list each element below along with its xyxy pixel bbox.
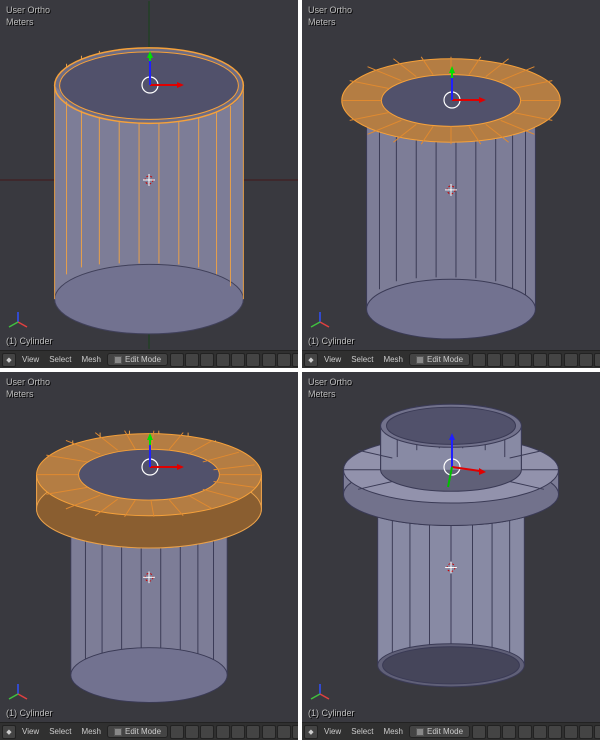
view-info: User OrthoMeters [308, 376, 352, 400]
display-mode-buttons[interactable] [472, 353, 516, 367]
mode-selector[interactable]: Edit Mode [107, 353, 168, 366]
viewport-header: ◆ View Select Mesh Edit Mode Global [0, 350, 298, 368]
3d-viewport[interactable]: User OrthoMeters (1) Cylinder [302, 372, 600, 722]
viewport-header: ◆ View Select Mesh Edit Mode Global [302, 350, 600, 368]
menu-view[interactable]: View [320, 727, 345, 736]
view-info: User OrthoMeters [308, 4, 352, 28]
blender-panel-4: User OrthoMeters (1) Cylinder ◆ View Sel… [302, 372, 600, 740]
menu-view[interactable]: View [320, 355, 345, 364]
select-mode-buttons[interactable] [518, 725, 562, 739]
axis-indicator [308, 310, 332, 334]
view-info: User OrthoMeters [6, 376, 50, 400]
viewport-header: ◆ View Select Mesh Edit Mode Global [0, 722, 298, 740]
blender-panel-1: User Ortho Meters (1) Cylinder ◆ View Se… [0, 0, 298, 368]
manipulator-buttons[interactable] [262, 725, 298, 739]
mesh-render [302, 372, 600, 722]
manipulator-buttons[interactable] [564, 725, 600, 739]
menu-mesh[interactable]: Mesh [379, 727, 407, 736]
editor-type-icon[interactable]: ◆ [304, 725, 318, 739]
axis-indicator [308, 682, 332, 706]
view-info: User Ortho Meters [6, 4, 50, 28]
display-mode-buttons[interactable] [170, 353, 214, 367]
3d-viewport[interactable]: User OrthoMeters (1) Cylinder [0, 372, 298, 722]
menu-select[interactable]: Select [45, 727, 75, 736]
mode-selector[interactable]: Edit Mode [107, 725, 168, 738]
object-info: (1) Cylinder [308, 336, 355, 346]
editor-type-icon[interactable]: ◆ [2, 725, 16, 739]
select-mode-buttons[interactable] [216, 353, 260, 367]
viewport-header: ◆ View Select Mesh Edit Mode Global [302, 722, 600, 740]
blender-panel-3: User OrthoMeters (1) Cylinder ◆ View Sel… [0, 372, 298, 740]
select-mode-buttons[interactable] [216, 725, 260, 739]
menu-view[interactable]: View [18, 355, 43, 364]
menu-select[interactable]: Select [347, 727, 377, 736]
menu-select[interactable]: Select [347, 355, 377, 364]
manipulator-buttons[interactable] [262, 353, 298, 367]
object-info: (1) Cylinder [6, 336, 53, 346]
blender-panel-2: User OrthoMeters (1) Cylinder ◆ View Sel… [302, 0, 600, 368]
menu-view[interactable]: View [18, 727, 43, 736]
editor-type-icon[interactable]: ◆ [304, 353, 318, 367]
menu-select[interactable]: Select [45, 355, 75, 364]
mode-selector[interactable]: Edit Mode [409, 353, 470, 366]
mesh-render [302, 0, 600, 350]
display-mode-buttons[interactable] [472, 725, 516, 739]
menu-mesh[interactable]: Mesh [77, 727, 105, 736]
mesh-render [0, 372, 298, 722]
3d-viewport[interactable]: User Ortho Meters (1) Cylinder [0, 0, 298, 350]
mode-selector[interactable]: Edit Mode [409, 725, 470, 738]
manipulator-buttons[interactable] [564, 353, 600, 367]
axis-indicator [6, 310, 30, 334]
axis-indicator [6, 682, 30, 706]
select-mode-buttons[interactable] [518, 353, 562, 367]
object-info: (1) Cylinder [308, 708, 355, 718]
menu-mesh[interactable]: Mesh [77, 355, 105, 364]
menu-mesh[interactable]: Mesh [379, 355, 407, 364]
screenshot-grid: User Ortho Meters (1) Cylinder ◆ View Se… [0, 0, 600, 740]
3d-viewport[interactable]: User OrthoMeters (1) Cylinder [302, 0, 600, 350]
object-info: (1) Cylinder [6, 708, 53, 718]
editor-type-icon[interactable]: ◆ [2, 353, 16, 367]
display-mode-buttons[interactable] [170, 725, 214, 739]
mesh-render [0, 0, 298, 350]
